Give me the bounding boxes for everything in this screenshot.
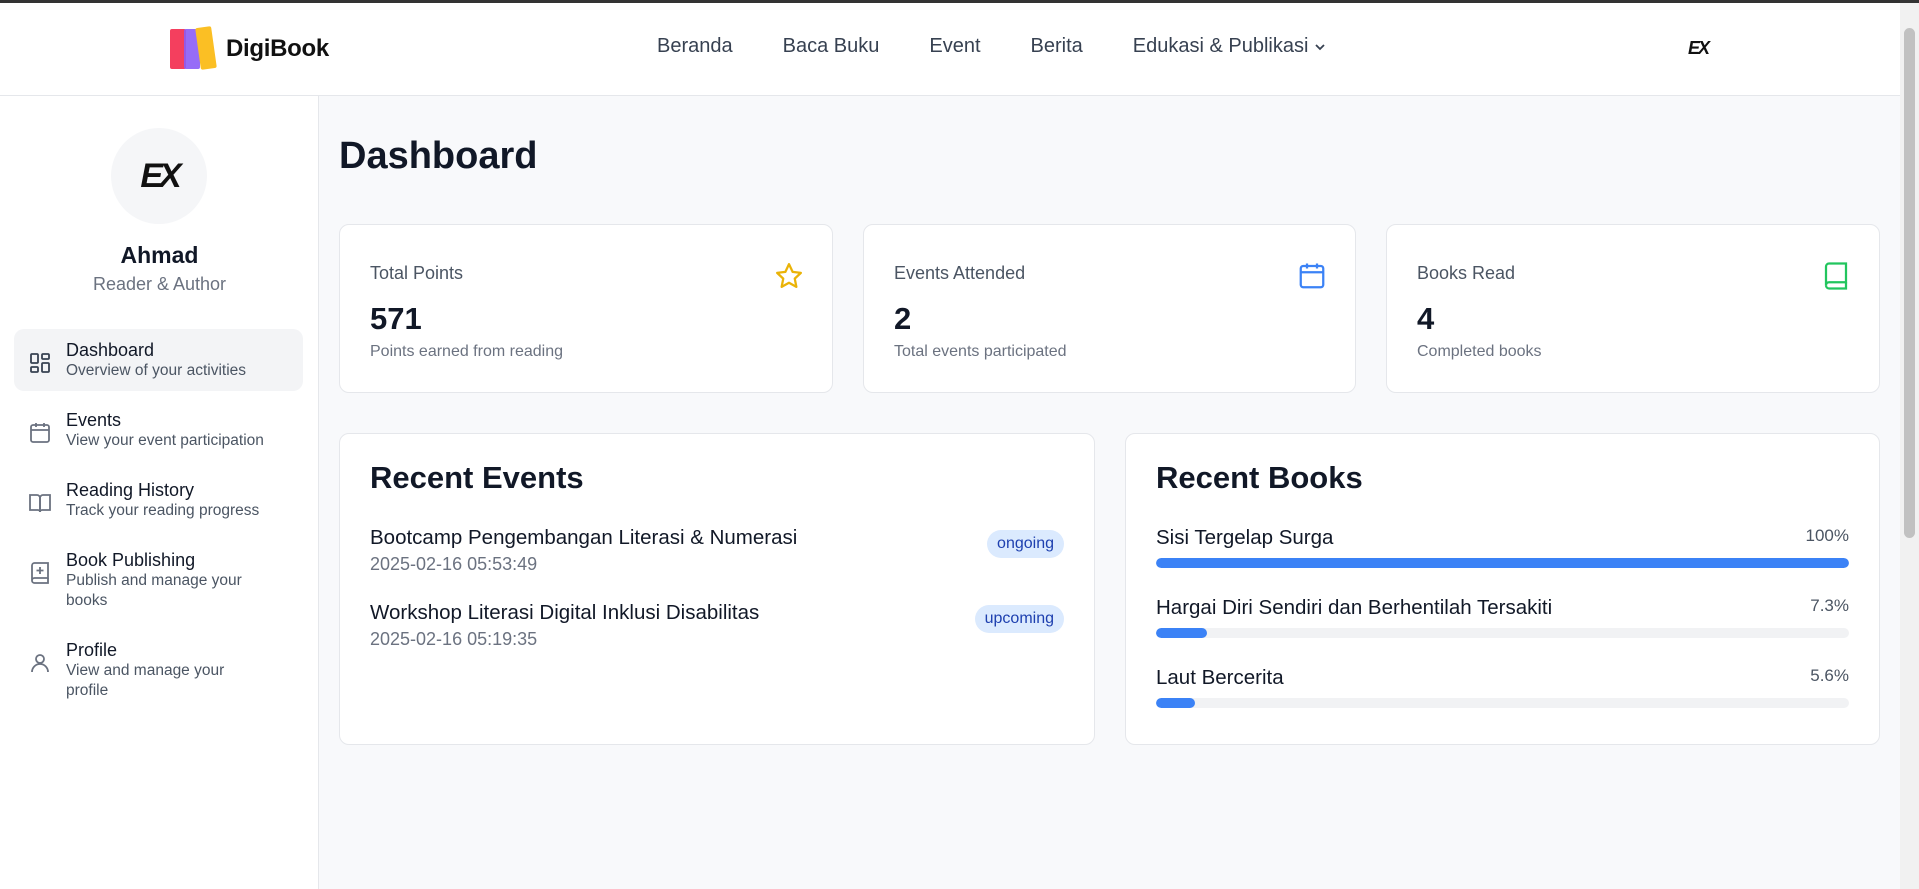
user-avatar[interactable]: EX (1688, 38, 1710, 59)
event-date: 2025-02-16 05:53:49 (370, 554, 538, 574)
book-item[interactable]: Laut Bercerita 5.6% (1156, 666, 1849, 716)
sidebar-item-title: Dashboard (66, 340, 155, 360)
progress-bar-fill (1156, 628, 1207, 638)
stat-subtitle: Total events participated (894, 343, 1067, 360)
recent-books-panel: Recent Books Sisi Tergelap Surga 100% Ha… (1125, 433, 1880, 745)
book-title: Sisi Tergelap Surga (1156, 526, 1334, 549)
book-progress-label: 100% (1805, 526, 1849, 545)
event-date: 2025-02-16 05:19:35 (370, 629, 538, 649)
sidebar-item-title: Book Publishing (66, 550, 196, 570)
sidebar: EX Ahmad Reader & Author Dashboard Overv… (0, 96, 319, 889)
sidebar-item-events[interactable]: Events View your event participation (14, 399, 303, 461)
book-plus-icon (31, 562, 49, 584)
book-progress-label: 5.6% (1810, 666, 1849, 685)
calendar-icon (1299, 263, 1325, 289)
chevron-down-icon (1315, 43, 1326, 50)
book-progress-label: 7.3% (1810, 596, 1849, 615)
progress-bar-fill (1156, 698, 1195, 708)
stat-label: Events Attended (894, 263, 1026, 283)
book-title: Laut Bercerita (1156, 666, 1284, 689)
stat-card-books-read: Books Read 4 Completed books (1386, 224, 1880, 393)
event-item[interactable]: Workshop Literasi Digital Inklusi Disabi… (370, 601, 1064, 657)
profile-avatar: EX (111, 128, 207, 224)
sidebar-item-title: Reading History (66, 480, 195, 500)
recent-events-panel: Recent Events Bootcamp Pengembangan Lite… (339, 433, 1095, 745)
stat-value: 2 (894, 301, 912, 336)
menu-item-baca-buku[interactable]: Baca Buku (783, 35, 880, 58)
book-open-icon (29, 494, 51, 513)
menu-item-beranda[interactable]: Beranda (657, 35, 733, 58)
calendar-icon (30, 423, 50, 443)
sidebar-item-title: Events (66, 410, 122, 430)
event-name: Workshop Literasi Digital Inklusi Disabi… (370, 601, 760, 624)
status-badge: ongoing (987, 530, 1064, 558)
sidebar-item-dashboard[interactable]: Dashboard Overview of your activities (14, 329, 303, 391)
menu-item-berita[interactable]: Berita (1031, 35, 1083, 58)
progress-bar (1156, 558, 1849, 568)
book-item[interactable]: Hargai Diri Sendiri dan Berhentilah Ters… (1156, 596, 1849, 646)
stat-subtitle: Points earned from reading (370, 343, 563, 360)
sidebar-item-subtitle: Publish and manage your books (66, 572, 242, 609)
menu-item-edukasi-publikasi[interactable]: Edukasi & Publikasi (1133, 35, 1327, 58)
book-icon (1824, 262, 1848, 290)
menu-label: Baca Buku (782, 35, 880, 57)
brand-name: DigiBook (226, 35, 329, 62)
progress-bar (1156, 628, 1849, 638)
menu-item-event[interactable]: Event (929, 35, 980, 58)
user-role: Reader & Author (92, 274, 227, 294)
stat-label: Total Points (370, 263, 464, 283)
menu-label: Berita (1030, 35, 1083, 57)
sidebar-item-subtitle: Overview of your activities (66, 362, 247, 379)
stat-value: 571 (370, 301, 422, 336)
sidebar-item-book-publishing[interactable]: Book Publishing Publish and manage your … (14, 539, 303, 621)
event-item[interactable]: Bootcamp Pengembangan Literasi & Numeras… (370, 526, 1064, 582)
stat-label: Books Read (1417, 263, 1516, 283)
stat-value: 4 (1417, 301, 1435, 336)
sidebar-item-reading-history[interactable]: Reading History Track your reading progr… (14, 469, 303, 531)
sidebar-item-subtitle: Track your reading progress (66, 502, 260, 519)
sidebar-item-profile[interactable]: Profile View and manage your profile (14, 629, 303, 711)
stat-subtitle: Completed books (1417, 343, 1542, 360)
stat-card-events-attended: Events Attended 2 Total events participa… (863, 224, 1356, 393)
logo-books-icon (170, 26, 217, 71)
sidebar-item-subtitle: View your event participation (66, 432, 264, 449)
status-badge: upcoming (974, 605, 1064, 633)
grid-icon (30, 353, 50, 373)
book-item[interactable]: Sisi Tergelap Surga 100% (1156, 526, 1849, 576)
panel-title: Recent Events (370, 460, 584, 495)
progress-bar-fill (1156, 558, 1849, 568)
menu-label: Event (929, 35, 981, 57)
event-name: Bootcamp Pengembangan Literasi & Numeras… (370, 526, 798, 549)
avatar-text: EX (140, 156, 181, 195)
menu-label: Edukasi & Publikasi (1132, 35, 1309, 57)
main-menu: Beranda Baca Buku Event Berita Edukasi &… (657, 35, 1326, 58)
sidebar-nav: Dashboard Overview of your activities Ev… (14, 329, 303, 719)
top-navbar: DigiBook Beranda Baca Buku Event Berita … (0, 3, 1900, 96)
menu-label: Beranda (657, 35, 733, 57)
page-title: Dashboard (339, 135, 538, 177)
scrollbar-thumb[interactable] (1904, 28, 1915, 538)
sidebar-item-subtitle: View and manage your profile (66, 662, 225, 699)
sidebar-item-title: Profile (66, 640, 118, 660)
progress-bar (1156, 698, 1849, 708)
book-title: Hargai Diri Sendiri dan Berhentilah Ters… (1156, 596, 1553, 619)
user-icon (31, 654, 49, 673)
brand-logo[interactable]: DigiBook (170, 26, 329, 71)
panel-title: Recent Books (1156, 460, 1363, 495)
user-name: Ahmad (120, 242, 199, 268)
star-icon (776, 263, 802, 288)
stat-card-total-points: Total Points 571 Points earned from read… (339, 224, 833, 393)
